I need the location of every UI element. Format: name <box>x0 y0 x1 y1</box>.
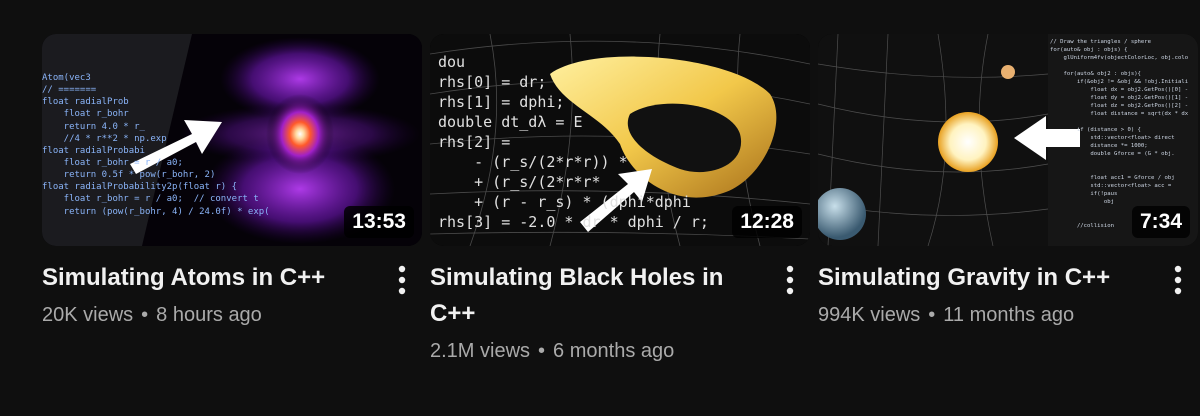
video-meta: Simulating Gravity in C++ 994K views • 11 … <box>818 260 1198 328</box>
more-actions-button[interactable] <box>1158 260 1198 300</box>
code-line: // ======= <box>42 85 97 96</box>
code-line: float dz = obj2.GetPos()[2] - <box>1050 103 1189 109</box>
code-line: obj <box>1050 199 1114 205</box>
thumbnail-code-overlay: dou rhs[0] = dr; rhs[1] = dphi; double dt_d… <box>438 52 709 232</box>
code-line: if(!paus <box>1050 191 1118 197</box>
code-line: float r_bohr = r / a0; // convert t <box>42 194 259 205</box>
video-stats: 20K views • 8 hours ago <box>42 302 376 328</box>
code-line: float dx = obj2.GetPos()[0] - <box>1050 87 1189 93</box>
code-line: if(&obj2 != &obj && !obj.Initiali <box>1050 79 1189 85</box>
code-line: return 4.0 * r_ <box>42 121 145 132</box>
code-line: for(auto& obj : objs) { <box>1050 47 1128 53</box>
kebab-vertical-icon <box>786 265 794 295</box>
code-line: //4 * r**2 * np.exp <box>42 133 167 144</box>
video-thumbnail[interactable]: dou rhs[0] = dr; rhs[1] = dphi; double dt_d… <box>430 34 810 246</box>
code-line: float radialProb <box>42 97 129 108</box>
code-line: rhs[2] = <box>438 133 511 151</box>
video-title[interactable]: Simulating Gravity in C++ <box>818 260 1152 296</box>
code-line: float acc1 = Gforce / obj <box>1050 175 1175 181</box>
code-line: // Draw the triangles / sphere <box>1050 39 1152 45</box>
kebab-vertical-icon <box>1174 265 1182 295</box>
video-meta: Simulating Atoms in C++ 20K views • 8 hour… <box>42 260 422 328</box>
separator-dot: • <box>538 340 546 362</box>
separator-dot: • <box>928 304 936 326</box>
code-line: rhs[3] = -2.0 * dr * dphi / r; <box>438 213 709 231</box>
code-line: double Gforce = (G * obj. <box>1050 151 1175 157</box>
separator-dot: • <box>141 304 149 326</box>
more-actions-button[interactable] <box>770 260 810 300</box>
code-line: if (distance > 0) { <box>1050 127 1141 133</box>
view-count: 2.1M views <box>430 340 531 362</box>
code-line: for(auto& obj2 : objs){ <box>1050 71 1141 77</box>
video-duration: 7:34 <box>1131 206 1190 238</box>
code-line: float distance = sqrt(dx * dx <box>1050 111 1189 117</box>
video-card[interactable]: dou rhs[0] = dr; rhs[1] = dphi; double dt_d… <box>430 34 810 364</box>
code-line: float radialProbability2p(float r) { <box>42 182 238 193</box>
code-line: float r_bohr <box>42 109 129 120</box>
video-thumbnail[interactable]: // Draw the triangles / sphere for(auto& … <box>818 34 1198 246</box>
view-count: 20K views <box>42 304 134 326</box>
code-line: return 0.5f * pow(r_bohr, 2) <box>42 170 216 181</box>
code-line: double dt_dλ = E <box>438 113 583 131</box>
upload-age: 8 hours ago <box>156 304 262 326</box>
code-line: float dy = obj2.GetPos()[1] - <box>1050 95 1189 101</box>
code-line: - (r_s/(2*r*r)) * <box>438 153 628 171</box>
code-line: rhs[1] = dphi; <box>438 93 565 111</box>
video-duration: 13:53 <box>344 206 414 238</box>
video-meta: Simulating Black Holes in C++ 2.1M views… <box>430 260 810 364</box>
code-line: dou <box>438 53 466 71</box>
video-stats: 994K views • 11 months ago <box>818 302 1152 328</box>
thumbnail-code-overlay: // Draw the triangles / sphere for(auto& … <box>1050 38 1188 230</box>
code-line: distance *= 1000; <box>1050 143 1148 149</box>
video-stats: 2.1M views • 6 months ago <box>430 338 764 364</box>
video-title[interactable]: Simulating Black Holes in C++ <box>430 260 764 332</box>
code-line: + (r_s/(2*r*r* <box>438 173 601 191</box>
video-duration: 12:28 <box>732 206 802 238</box>
code-line: Atom(vec3 <box>42 73 91 83</box>
upload-age: 11 months ago <box>943 304 1075 326</box>
video-thumbnail[interactable]: Atom(vec3 // ======= float radialProb floa… <box>42 34 422 246</box>
code-line: float r_bohr = r / a0; <box>42 157 183 168</box>
video-card[interactable]: // Draw the triangles / sphere for(auto& … <box>818 34 1198 328</box>
code-line: glUniform4fv(objectColorLoc, obj.colo <box>1050 55 1189 61</box>
upload-age: 6 months ago <box>553 340 675 362</box>
code-line: float radialProbabi <box>42 145 145 156</box>
code-line: std::vector<float> direct <box>1050 135 1175 141</box>
code-line: rhs[0] = dr; <box>438 73 547 91</box>
code-line: + (r - r_s) * (dphi*dphi <box>438 193 691 211</box>
video-title[interactable]: Simulating Atoms in C++ <box>42 260 376 296</box>
video-card[interactable]: Atom(vec3 // ======= float radialProb floa… <box>42 34 422 328</box>
code-line: std::vector<float> acc = <box>1050 183 1172 189</box>
thumbnail-code-overlay: Atom(vec3 // ======= float radialProb floa… <box>42 72 270 218</box>
code-line: return (pow(r_bohr, 4) / 24.0f) * exp( <box>42 206 270 217</box>
kebab-vertical-icon <box>398 265 406 295</box>
more-actions-button[interactable] <box>382 260 422 300</box>
view-count: 994K views <box>818 304 921 326</box>
